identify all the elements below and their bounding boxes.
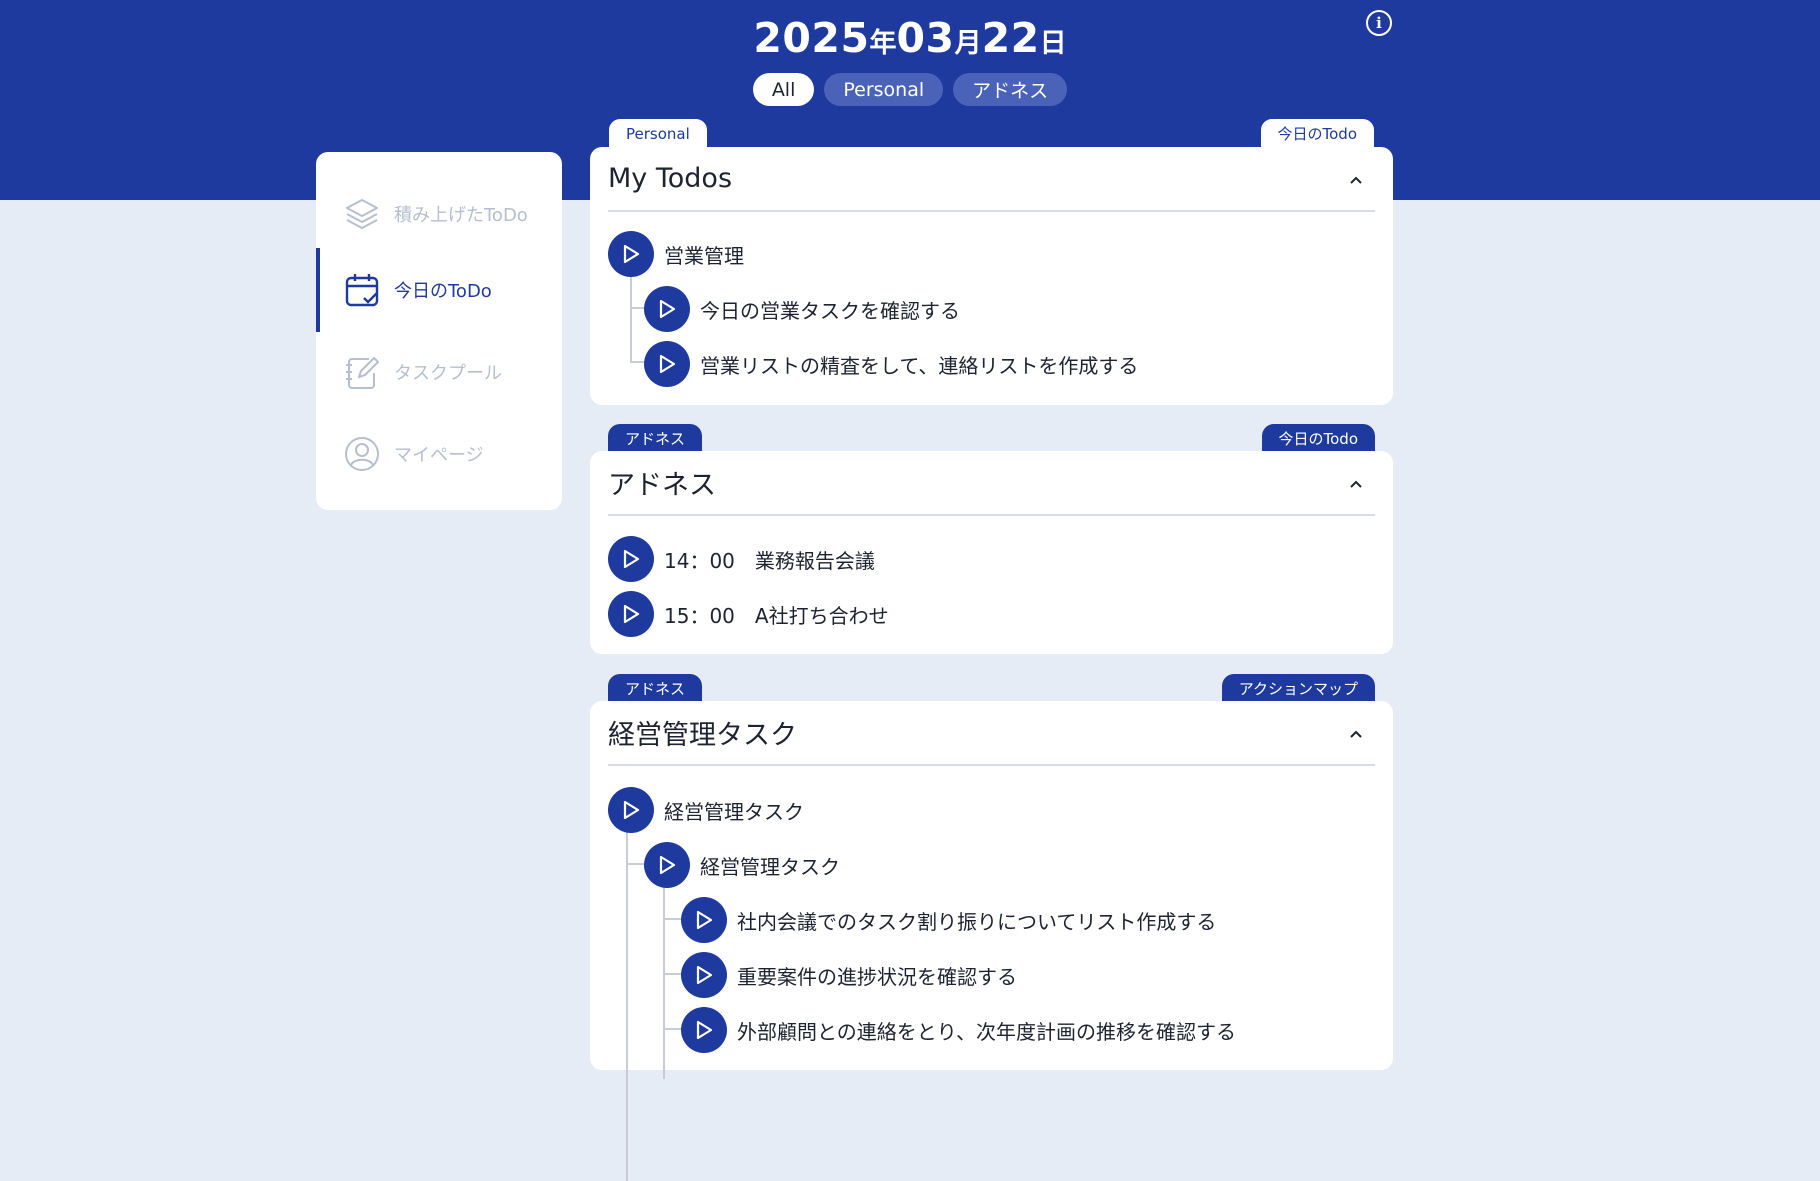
play-button[interactable] — [608, 231, 654, 277]
sidebar-item-label: タスクプール — [394, 363, 502, 384]
play-button[interactable] — [681, 952, 727, 998]
card-body: My Todos 営業管理 今日の営業タスクを確認する 営業リストの精査をして、… — [590, 147, 1393, 405]
card-header: アドネス — [608, 451, 1375, 516]
task-row: 今日の営業タスクを確認する — [644, 286, 960, 332]
play-button[interactable] — [608, 591, 654, 637]
card-source-tab[interactable]: 今日のTodo — [1259, 118, 1375, 148]
notebook-edit-icon — [346, 357, 379, 389]
task-label: 外部顧問との連絡をとり、次年度計画の推移を確認する — [737, 1019, 1236, 1044]
todo-card-management: アドネス アクションマップ 経営管理タスク 経営管理タスク 経営管理タスク 社内… — [590, 674, 1393, 1181]
card-source-tab[interactable]: 今日のTodo — [1261, 424, 1375, 452]
card-category-tab[interactable]: アドネス — [608, 424, 703, 452]
play-button[interactable] — [608, 787, 654, 833]
filter-all[interactable]: All — [752, 73, 815, 106]
active-indicator — [316, 248, 320, 332]
card-title: 経営管理タスク — [608, 720, 797, 751]
sidebar-item-stacked-todo[interactable]: 積み上げたToDo — [316, 172, 562, 256]
tree-connector — [663, 973, 681, 975]
task-label: 14：00 業務報告会議 — [664, 548, 875, 573]
task-row: 14：00 業務報告会議 — [608, 536, 875, 582]
stack-layers-icon — [346, 199, 378, 229]
task-row: 外部顧問との連絡をとり、次年度計画の推移を確認する — [681, 1007, 1236, 1053]
filter-personal[interactable]: Personal — [824, 73, 944, 106]
page-title: 2025年03月22日 — [0, 14, 1820, 62]
task-label: 経営管理タスク — [700, 854, 840, 879]
task-label: 社内会議でのタスク割り振りについてリスト作成する — [737, 909, 1217, 934]
info-icon[interactable]: i — [1366, 10, 1392, 36]
sidebar-item-my-page[interactable]: マイページ — [316, 412, 562, 496]
task-row: 15：00 A社打ち合わせ — [608, 591, 889, 637]
tree-connector — [626, 863, 644, 865]
card-title: アドネス — [608, 470, 716, 501]
play-icon — [623, 800, 640, 820]
date-month-suffix: 月 — [954, 28, 982, 59]
date-month: 03 — [896, 14, 955, 62]
play-icon — [659, 299, 676, 319]
tree-connector — [630, 361, 644, 363]
play-icon — [623, 244, 640, 264]
play-button[interactable] — [644, 286, 690, 332]
play-button[interactable] — [644, 341, 690, 387]
tree-connector — [626, 825, 628, 1181]
card-title: My Todos — [608, 163, 733, 194]
filter-adness[interactable]: アドネス — [953, 73, 1068, 106]
card-category-tab[interactable]: アドネス — [608, 674, 703, 702]
card-source-tab[interactable]: アクションマップ — [1221, 674, 1375, 702]
sidebar-item-label: 積み上げたToDo — [394, 205, 528, 226]
chevron-up-icon[interactable] — [1349, 477, 1363, 491]
card-header: 経営管理タスク — [608, 701, 1375, 766]
card-category-tab[interactable]: Personal — [608, 118, 708, 148]
tree-connector — [663, 918, 681, 920]
play-button[interactable] — [644, 842, 690, 888]
task-label: 営業リストの精査をして、連絡リストを作成する — [700, 353, 1139, 378]
task-label: 経営管理タスク — [664, 799, 804, 824]
todo-card-my-todos: Personal 今日のTodo My Todos 営業管理 今日の営業タスクを… — [590, 118, 1393, 408]
play-button[interactable] — [608, 536, 654, 582]
card-body: アドネス 14：00 業務報告会議 15：00 A社打ち合わせ — [590, 451, 1393, 654]
tree-connector — [663, 1028, 681, 1030]
play-button[interactable] — [681, 1007, 727, 1053]
calendar-check-icon — [345, 274, 379, 307]
card-header: My Todos — [608, 147, 1375, 212]
chevron-up-icon[interactable] — [1349, 173, 1363, 187]
play-icon — [659, 855, 676, 875]
play-icon — [623, 604, 640, 624]
user-circle-icon — [345, 437, 379, 471]
tree-connector — [663, 881, 665, 1079]
date-day-suffix: 日 — [1039, 28, 1067, 59]
sidebar-item-task-pool[interactable]: タスクプール — [316, 330, 562, 414]
tree-connector — [630, 307, 644, 309]
task-label: 営業管理 — [664, 243, 744, 268]
tree-connector — [630, 271, 632, 362]
sidebar-item-label: マイページ — [394, 445, 484, 466]
play-icon — [696, 910, 713, 930]
sidebar-item-label: 今日のToDo — [394, 281, 492, 302]
todo-card-adness: アドネス 今日のTodo アドネス 14：00 業務報告会議 15：00 A社打… — [590, 424, 1393, 656]
task-row: 営業管理 — [608, 231, 744, 277]
date-year: 2025 — [753, 14, 870, 62]
task-row: 社内会議でのタスク割り振りについてリスト作成する — [681, 897, 1216, 943]
task-row: 重要案件の進捗状況を確認する — [681, 952, 1017, 998]
play-icon — [696, 1020, 713, 1040]
task-label: 15：00 A社打ち合わせ — [664, 603, 889, 628]
filter-tabs: All Personal アドネス — [0, 73, 1820, 106]
card-body: 経営管理タスク 経営管理タスク 経営管理タスク 社内会議でのタスク割り振りについ… — [590, 701, 1393, 1181]
chevron-up-icon[interactable] — [1349, 727, 1363, 741]
task-row: 経営管理タスク — [644, 842, 840, 888]
task-row: 営業リストの精査をして、連絡リストを作成する — [644, 341, 1138, 387]
play-icon — [623, 549, 640, 569]
sidebar-item-today-todo[interactable]: 今日のToDo — [316, 248, 562, 332]
play-button[interactable] — [681, 897, 727, 943]
play-icon — [659, 354, 676, 374]
play-icon — [696, 965, 713, 985]
date-year-suffix: 年 — [869, 28, 897, 59]
task-row: 経営管理タスク — [608, 787, 804, 833]
task-label: 重要案件の進捗状況を確認する — [737, 964, 1017, 989]
date-day: 22 — [981, 14, 1040, 62]
sidebar: 積み上げたToDo 今日のToDo タスクプール マイページ — [316, 152, 562, 510]
task-label: 今日の営業タスクを確認する — [700, 298, 960, 323]
